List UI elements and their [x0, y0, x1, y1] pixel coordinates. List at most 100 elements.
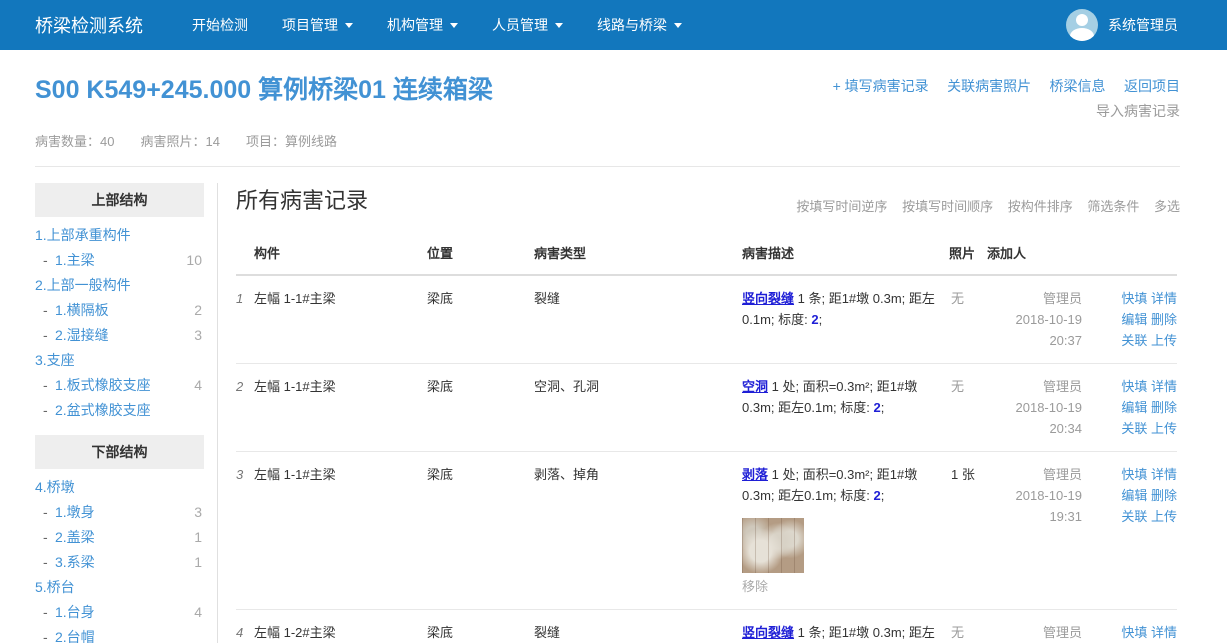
chevron-down-icon	[345, 23, 353, 28]
edit-link[interactable]: 编辑	[1121, 400, 1147, 415]
top-navbar: 桥梁检测系统 开始检测 项目管理 机构管理 人员管理 线路与桥梁 系统管理员	[0, 0, 1227, 50]
component-tree-sidebar: 上部结构 1.上部承重构件 -1.主梁10 2.上部一般构件 -1.横隔板2 -…	[35, 183, 218, 643]
sidebar-item-label: 1.台身	[55, 600, 95, 625]
scale-value-link[interactable]: 2	[873, 488, 880, 503]
sidebar-item-pot-rubber-bearing[interactable]: -2.盆式橡胶支座	[35, 398, 204, 423]
page-actions: + 填写病害记录 关联病害照片 桥梁信息 返回项目 导入病害记录	[819, 70, 1180, 121]
scale-value-link[interactable]: 2	[811, 312, 818, 327]
delete-link[interactable]: 删除	[1151, 400, 1177, 415]
count-badge: 1	[194, 550, 204, 575]
details-link[interactable]: 详情	[1151, 625, 1177, 640]
sidebar-item-diaphragm[interactable]: -1.横隔板2	[35, 298, 204, 323]
defect-name-link[interactable]: 剥落	[742, 467, 768, 482]
description-tail: ;	[881, 400, 885, 415]
nav-item-project-management[interactable]: 项目管理	[265, 15, 370, 35]
sidebar-item-pier[interactable]: 4.桥墩	[35, 475, 204, 500]
edit-link[interactable]: 编辑	[1121, 488, 1147, 503]
sort-time-desc-link[interactable]: 按填写时间逆序	[796, 199, 887, 214]
defect-name-link[interactable]: 竖向裂缝	[742, 291, 794, 306]
sidebar-item-label: 5.桥台	[35, 575, 75, 600]
add-defect-record-link[interactable]: + 填写病害记录	[833, 78, 929, 94]
bridge-info-link[interactable]: 桥梁信息	[1050, 78, 1106, 94]
sort-by-component-link[interactable]: 按构件排序	[1008, 199, 1073, 214]
app-brand[interactable]: 桥梁检测系统	[35, 12, 143, 38]
user-name: 系统管理员	[1108, 15, 1178, 35]
added-by-cell: 管理员 2018-10-19 20:37	[987, 288, 1082, 351]
details-link[interactable]: 详情	[1151, 291, 1177, 306]
nav-item-start-inspection[interactable]: 开始检测	[175, 15, 265, 35]
sidebar-item-pier-body[interactable]: -1.墩身3	[35, 500, 204, 525]
photo-column-header: 照片	[937, 243, 987, 262]
nav-item-org-management[interactable]: 机构管理	[370, 15, 475, 35]
import-defect-records-link[interactable]: 导入病害记录	[1096, 103, 1180, 119]
dash: -	[43, 373, 55, 398]
added-by-cell: 管理员 2018-10-19 20:34	[987, 376, 1082, 439]
sidebar-item-label: 2.盆式橡胶支座	[55, 398, 151, 423]
count-badge: 3	[194, 323, 204, 348]
edit-link[interactable]: 编辑	[1121, 312, 1147, 327]
records-title: 所有病害记录	[236, 183, 368, 215]
quick-fill-link[interactable]: 快填	[1121, 625, 1147, 640]
sort-time-asc-link[interactable]: 按填写时间顺序	[902, 199, 993, 214]
filter-conditions-link[interactable]: 筛选条件	[1087, 199, 1139, 214]
sidebar-item-cap-beam[interactable]: -2.盖梁1	[35, 525, 204, 550]
link-defect-photos-link[interactable]: 关联病害照片	[947, 78, 1031, 94]
sidebar-item-abutment-body[interactable]: -1.台身4	[35, 600, 204, 625]
sidebar-item-bearings[interactable]: 3.支座	[35, 348, 204, 373]
quick-fill-link[interactable]: 快填	[1121, 379, 1147, 394]
position-cell: 梁底	[427, 464, 534, 597]
quick-fill-link[interactable]: 快填	[1121, 467, 1147, 482]
multi-select-link[interactable]: 多选	[1154, 199, 1180, 214]
nav-menu: 开始检测 项目管理 机构管理 人员管理 线路与桥梁	[175, 15, 699, 35]
table-row: 2 左幅 1-1#主梁 梁底 空洞、孔洞 空洞 1 处; 面积=0.3m²; 距…	[236, 364, 1177, 452]
bridge-stats: 病害数量：40 病害照片：14 项目：算例线路	[35, 131, 1180, 150]
component-cell: 左幅 1-1#主梁	[254, 464, 427, 597]
added-by-column-header: 添加人	[987, 243, 1082, 262]
sidebar-item-abutment-cap[interactable]: -2.台帽	[35, 625, 204, 643]
row-index: 3	[236, 464, 254, 597]
back-to-project-link[interactable]: 返回项目	[1124, 78, 1180, 94]
table-row: 4 左幅 1-2#主梁 梁底 裂缝 竖向裂缝 1 条; 距1#墩 0.3m; 距…	[236, 610, 1177, 643]
delete-link[interactable]: 删除	[1151, 488, 1177, 503]
details-link[interactable]: 详情	[1151, 467, 1177, 482]
nav-item-personnel-management[interactable]: 人员管理	[475, 15, 580, 35]
page-actions-row: + 填写病害记录 关联病害照片 桥梁信息 返回项目	[819, 76, 1180, 96]
scale-value-link[interactable]: 2	[873, 400, 880, 415]
upload-link[interactable]: 上传	[1151, 509, 1177, 524]
delete-link[interactable]: 删除	[1151, 312, 1177, 327]
chevron-down-icon	[555, 23, 563, 28]
nav-item-routes-bridges[interactable]: 线路与桥梁	[580, 15, 699, 35]
user-menu[interactable]: 系统管理员	[1066, 9, 1178, 41]
sidebar-item-tie-beam[interactable]: -3.系梁1	[35, 550, 204, 575]
sidebar-item-plate-rubber-bearing[interactable]: -1.板式橡胶支座4	[35, 373, 204, 398]
details-link[interactable]: 详情	[1151, 379, 1177, 394]
associate-link[interactable]: 关联	[1121, 509, 1147, 524]
defect-name-link[interactable]: 空洞	[742, 379, 768, 394]
remove-photo-link[interactable]: 移除	[742, 576, 937, 597]
upload-link[interactable]: 上传	[1151, 421, 1177, 436]
sidebar-item-wet-joint[interactable]: -2.湿接缝3	[35, 323, 204, 348]
photo-cell: 无	[937, 288, 987, 351]
defect-type-column-header: 病害类型	[534, 243, 742, 262]
photo-cell: 无	[937, 376, 987, 439]
count-badge: 1	[194, 525, 204, 550]
associate-link[interactable]: 关联	[1121, 333, 1147, 348]
defect-name-link[interactable]: 竖向裂缝	[742, 625, 794, 640]
upload-link[interactable]: 上传	[1151, 333, 1177, 348]
project-stat[interactable]: 项目：算例线路	[246, 131, 337, 150]
actions-column-header	[1082, 243, 1177, 262]
description-text: 1 处; 面积=0.3m²; 距1#墩0.3m; 距左0.1m; 标度:	[742, 467, 917, 503]
quick-fill-link[interactable]: 快填	[1121, 291, 1147, 306]
table-row: 1 左幅 1-1#主梁 梁底 裂缝 竖向裂缝 1 条; 距1#墩 0.3m; 距…	[236, 276, 1177, 364]
sidebar-item-main-girder[interactable]: -1.主梁10	[35, 248, 204, 273]
nav-item-label: 线路与桥梁	[597, 15, 667, 35]
sidebar-item-abutment[interactable]: 5.桥台	[35, 575, 204, 600]
sidebar-item-general-upper[interactable]: 2.上部一般构件	[35, 273, 204, 298]
position-cell: 梁底	[427, 288, 534, 351]
table-row: 3 左幅 1-1#主梁 梁底 剥落、掉角 剥落 1 处; 面积=0.3m²; 距…	[236, 452, 1177, 610]
associate-link[interactable]: 关联	[1121, 421, 1147, 436]
defect-photo-thumbnail[interactable]	[742, 518, 804, 573]
sidebar-item-load-bearing[interactable]: 1.上部承重构件	[35, 223, 204, 248]
sidebar-item-label: 3.系梁	[55, 550, 95, 575]
defect-type-cell: 裂缝	[534, 622, 742, 643]
